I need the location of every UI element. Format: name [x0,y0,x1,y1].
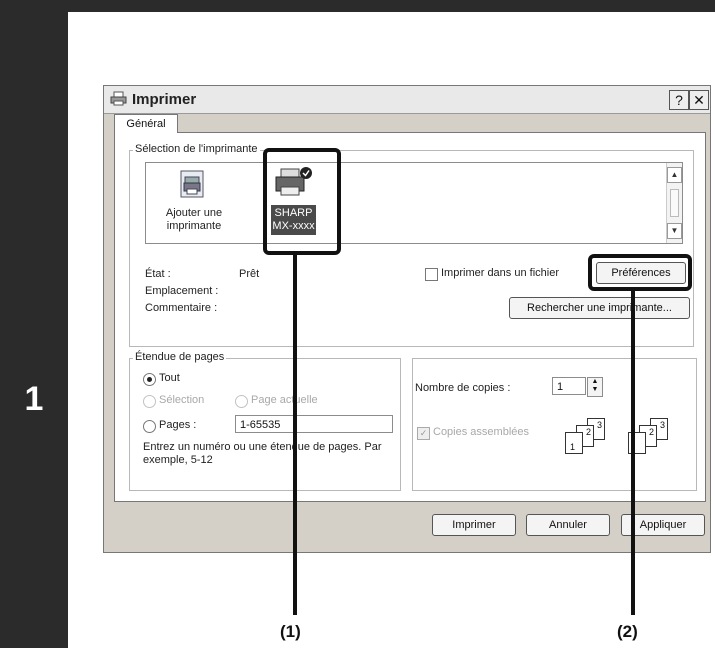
radio-selection[interactable] [143,395,156,408]
printer-list-scrollbar[interactable]: ▲ ▼ [666,163,682,243]
scroll-down-button[interactable]: ▼ [667,223,682,239]
printer-selection-label: Sélection de l'imprimante [133,143,260,155]
find-printer-button[interactable]: Rechercher une imprimante... [509,297,690,319]
print-dialog: Imprimer ? ✕ Général Sélection de l'impr… [103,85,711,553]
state-value: Prêt [239,268,260,280]
add-printer-icon [180,170,204,198]
copies-spinner[interactable]: ▲ ▼ [587,377,603,397]
print-to-file-checkbox[interactable] [425,268,438,281]
printer-icon [110,91,127,106]
copies-label: Nombre de copies : [415,382,511,394]
help-button[interactable]: ? [669,90,689,110]
top-bar [0,0,715,12]
callout-2-highlight [588,254,692,291]
radio-pages-label[interactable]: Pages : [159,419,196,431]
callout-1-line [293,255,297,615]
radio-all-label[interactable]: Tout [159,372,180,384]
title-bar: Imprimer ? ✕ [104,86,710,114]
collate-checkbox[interactable]: ✓ [417,427,430,440]
radio-pages[interactable] [143,420,156,433]
step-number: 1 [24,380,44,418]
dialog-title: Imprimer [132,91,197,108]
cancel-button[interactable]: Annuler [526,514,610,536]
pages-input[interactable]: 1-65535 [235,415,393,433]
printer-list[interactable]: Ajouter une imprimante SHARP MX-xxxx ▲ ▼ [145,162,683,244]
radio-current-page[interactable] [235,395,248,408]
tab-general[interactable]: Général [114,114,178,133]
page-range-label: Étendue de pages [133,351,227,363]
callout-1-label: (1) [280,622,301,641]
page-range-hint: Entrez un numéro ou une étendue de pages… [143,441,382,466]
comment-label: Commentaire : [145,302,218,314]
scroll-thumb[interactable] [670,189,679,217]
close-button[interactable]: ✕ [689,90,709,110]
radio-all[interactable] [143,373,156,386]
print-to-file-label[interactable]: Imprimer dans un fichier [441,267,559,279]
collate-label[interactable]: Copies assemblées [433,426,529,438]
scroll-up-button[interactable]: ▲ [667,167,682,183]
callout-2-label: (2) [617,622,638,641]
radio-selection-label[interactable]: Sélection [159,394,204,406]
callout-1-highlight [263,148,341,255]
state-label: État : [145,268,171,280]
radio-current-page-label[interactable]: Page actuelle [251,394,318,406]
location-label: Emplacement : [145,285,219,297]
collated-pages-icon-2: 3 2 [628,418,678,454]
copies-input[interactable]: 1 [552,377,586,395]
general-panel: Sélection de l'imprimante Ajouter une im… [114,132,706,502]
add-printer-label[interactable]: Ajouter une imprimante [156,207,232,233]
print-button[interactable]: Imprimer [432,514,516,536]
collated-pages-icon: 3 2 1 [565,418,615,454]
step-sidebar [0,0,68,648]
callout-2-line [631,290,635,615]
